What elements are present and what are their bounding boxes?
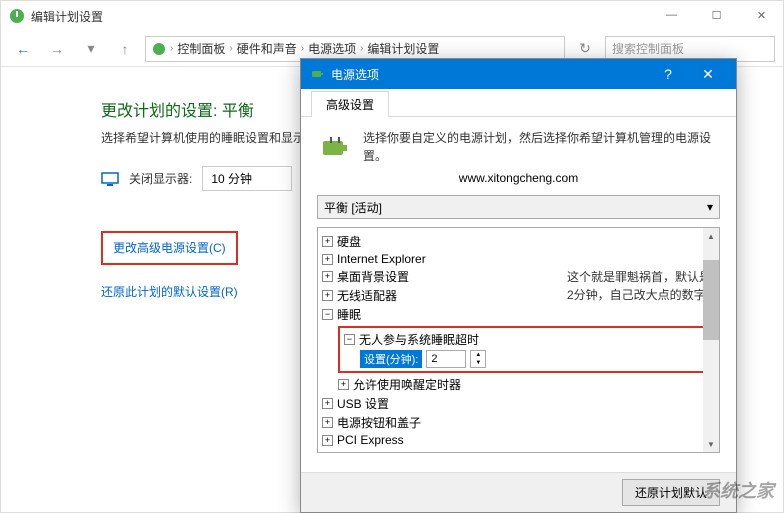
tree-item-sleep[interactable]: 睡眠 xyxy=(337,306,361,323)
nav-down[interactable]: ▾ xyxy=(77,35,105,63)
minimize-button[interactable]: — xyxy=(649,0,694,30)
power-icon xyxy=(152,42,166,56)
battery-icon xyxy=(309,66,325,82)
dialog-titlebar[interactable]: 电源选项 ? ✕ xyxy=(301,59,736,89)
spin-down[interactable]: ▼ xyxy=(471,359,485,367)
tree-expand-icon[interactable]: + xyxy=(322,254,333,265)
plan-select-value: 平衡 [活动] xyxy=(324,199,382,216)
advanced-power-link[interactable]: 更改高级电源设置(C) xyxy=(113,241,226,255)
dialog-close-button[interactable]: ✕ xyxy=(688,59,728,89)
bc-item[interactable]: 控制面板 xyxy=(177,40,225,57)
tree-item-wake[interactable]: 允许使用唤醒定时器 xyxy=(353,376,461,393)
scroll-up-icon[interactable]: ▲ xyxy=(703,228,719,244)
dialog-help-button[interactable]: ? xyxy=(648,59,688,89)
tree-expand-icon[interactable]: + xyxy=(322,398,333,409)
nav-forward[interactable]: → xyxy=(43,35,71,63)
restore-defaults-link[interactable]: 还原此计划的默认设置(R) xyxy=(101,283,238,300)
timeout-label: 设置(分钟): xyxy=(360,350,422,368)
tree-collapse-icon[interactable]: − xyxy=(344,334,355,345)
annotation-text: 这个就是罪魁祸首，默认是 2分钟，自己改大点的数字 xyxy=(567,268,711,304)
tree-expand-icon[interactable]: + xyxy=(322,290,333,301)
unattended-highlight: −无人参与系统睡眠超时 设置(分钟): 2 ▲ ▼ xyxy=(338,326,715,373)
tree-collapse-icon[interactable]: − xyxy=(322,309,333,320)
bc-item[interactable]: 硬件和声音 xyxy=(237,40,297,57)
power-plan-icon xyxy=(9,8,25,24)
dialog-footer: 还原计划默认 xyxy=(301,472,736,512)
nav-up[interactable]: ↑ xyxy=(111,35,139,63)
tree-item-unattended[interactable]: 无人参与系统睡眠超时 xyxy=(359,331,479,348)
tree-item-powerbtn[interactable]: 电源按钮和盖子 xyxy=(337,414,421,431)
display-off-label: 关闭显示器: xyxy=(129,170,192,187)
dialog-url: www.xitongcheng.com xyxy=(317,171,720,185)
bc-item[interactable]: 电源选项 xyxy=(308,40,356,57)
display-off-select[interactable]: 10 分钟 xyxy=(202,166,292,191)
window-controls: — ☐ ✕ xyxy=(649,0,784,30)
tree-expand-icon[interactable]: + xyxy=(322,236,333,247)
tree-scrollbar[interactable]: ▲ ▼ xyxy=(703,228,719,452)
chevron-down-icon: ▾ xyxy=(707,200,713,214)
monitor-icon xyxy=(101,172,119,186)
tree-item-wireless[interactable]: 无线适配器 xyxy=(337,287,397,304)
adv-link-highlight: 更改高级电源设置(C) xyxy=(101,231,238,265)
dialog-body: 选择你要自定义的电源计划，然后选择你希望计算机管理的电源设置。 www.xito… xyxy=(301,117,736,465)
timeout-spinner[interactable]: ▲ ▼ xyxy=(470,350,486,368)
tab-advanced[interactable]: 高级设置 xyxy=(311,91,389,117)
tree-item-desktop[interactable]: 桌面背景设置 xyxy=(337,268,409,285)
main-titlebar: 编辑计划设置 — ☐ ✕ xyxy=(1,1,783,31)
maximize-button[interactable]: ☐ xyxy=(694,0,739,30)
tree-item-hdd[interactable]: 硬盘 xyxy=(337,233,361,250)
timeout-field: 设置(分钟): 2 ▲ ▼ xyxy=(360,350,486,368)
tree-expand-icon[interactable]: + xyxy=(322,417,333,428)
tab-strip: 高级设置 xyxy=(301,89,736,117)
dialog-description: 选择你要自定义的电源计划，然后选择你希望计算机管理的电源设置。 xyxy=(363,129,720,165)
tree-expand-icon[interactable]: + xyxy=(322,271,333,282)
timeout-input[interactable]: 2 xyxy=(426,350,466,368)
close-button[interactable]: ✕ xyxy=(739,0,784,30)
tree-item-usb[interactable]: USB 设置 xyxy=(337,395,389,412)
settings-tree[interactable]: +硬盘 +Internet Explorer +桌面背景设置 +无线适配器 −睡… xyxy=(317,227,720,453)
tree-expand-icon[interactable]: + xyxy=(322,435,333,446)
watermark: 系统之家 xyxy=(702,477,774,503)
battery-large-icon xyxy=(317,129,353,165)
bc-item[interactable]: 编辑计划设置 xyxy=(367,40,439,57)
spin-up[interactable]: ▲ xyxy=(471,351,485,359)
dialog-title: 电源选项 xyxy=(331,66,648,83)
scroll-down-icon[interactable]: ▼ xyxy=(703,436,719,452)
plan-select[interactable]: 平衡 [活动] ▾ xyxy=(317,195,720,219)
tree-item-ie[interactable]: Internet Explorer xyxy=(337,252,426,266)
nav-back[interactable]: ← xyxy=(9,35,37,63)
power-options-dialog: 电源选项 ? ✕ 高级设置 选择你要自定义的电源计划，然后选择你希望计算机管理的… xyxy=(300,58,737,513)
scroll-thumb[interactable] xyxy=(703,260,719,340)
tree-item-pci[interactable]: PCI Express xyxy=(337,433,404,447)
tree-expand-icon[interactable]: + xyxy=(338,379,349,390)
